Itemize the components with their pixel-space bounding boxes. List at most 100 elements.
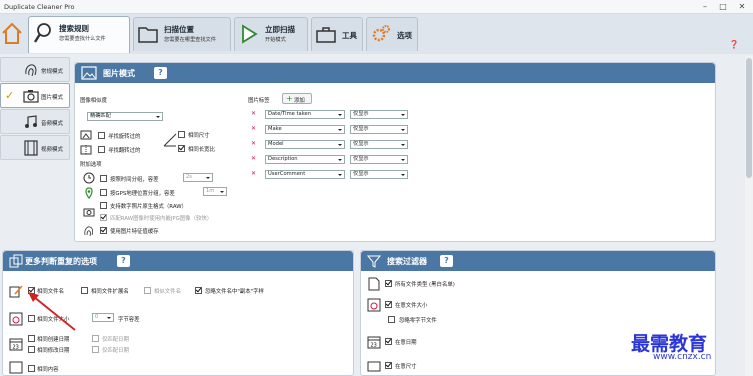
gps-group-checkbox[interactable] <box>100 189 107 196</box>
scrollbar[interactable] <box>745 56 753 376</box>
watermark-url: www.cnzx.cn <box>653 352 712 362</box>
same-created-checkbox[interactable] <box>28 335 35 342</box>
tab-subtitle: 您需要查找什么文件 <box>59 36 106 42</box>
tab-scan-now[interactable]: 立即扫描 开始模式 <box>234 17 308 51</box>
cache-label: 使用图片特征值缓存 <box>110 229 159 235</box>
help-button[interactable]: ? <box>440 255 453 267</box>
red-arrow-annotation <box>28 292 76 331</box>
same-ratio-checkbox[interactable] <box>178 145 185 152</box>
ignore-copy-checkbox[interactable] <box>195 287 202 294</box>
modified-date-only-checkbox[interactable] <box>92 346 99 353</box>
all-types-checkbox[interactable] <box>385 280 392 287</box>
scrollbar-thumb[interactable] <box>746 58 752 178</box>
mode-audio[interactable]: 音频模式 <box>0 109 70 134</box>
bytes-tolerance-label: 字节容差 <box>118 317 140 323</box>
tag-mode-select[interactable]: 仅显示 <box>350 110 408 119</box>
date-filter-label: 在意日期 <box>395 340 417 346</box>
all-types-label: 所有文件类型 (黑白名单) <box>395 282 455 288</box>
plus-icon: + <box>286 94 293 103</box>
same-content-label: 相同内容 <box>37 367 59 373</box>
tag-select[interactable]: Model <box>265 140 345 149</box>
panel-header: 搜索过滤器 ? <box>361 251 715 271</box>
panel-title: 图片模式 <box>103 69 135 78</box>
mode-image[interactable]: ✓ 图片模式 <box>0 83 70 108</box>
home-icon[interactable] <box>0 17 24 47</box>
extra-options-label: 附加选项 <box>80 162 102 168</box>
same-content-checkbox[interactable] <box>28 365 35 372</box>
copy-files-icon <box>9 254 23 268</box>
help-icon[interactable]: ❓ <box>729 40 739 49</box>
minimize-icon[interactable]: – <box>699 2 711 12</box>
window-title: Duplicate Cleaner Pro <box>4 3 75 11</box>
same-size-label: 相同尺寸 <box>188 133 210 139</box>
tab-search-rules[interactable]: 搜索规则 您需要查找什么文件 <box>28 16 130 53</box>
similarity-select[interactable]: 精确匹配 <box>87 112 163 121</box>
maximize-icon[interactable]: □ <box>717 2 729 12</box>
tag-mode-select[interactable]: 仅显示 <box>350 170 408 179</box>
created-date-only-checkbox[interactable] <box>92 335 99 342</box>
similar-name-checkbox[interactable] <box>144 287 151 294</box>
mode-regular[interactable]: 常规模式 <box>0 57 70 82</box>
add-tag-button[interactable]: + 添加 <box>282 93 312 104</box>
file-size-checkbox[interactable] <box>385 301 392 308</box>
raw-jpg-checkbox[interactable] <box>100 214 107 221</box>
tab-title: 工具 <box>342 31 357 40</box>
panel-header: 图片模式 ? <box>75 63 715 83</box>
help-button[interactable]: ? <box>154 67 167 79</box>
tab-title: 扫描位置 <box>164 25 194 34</box>
remove-tag-icon[interactable]: ✕ <box>251 170 256 177</box>
size-tolerance-input[interactable]: 0 <box>92 313 114 322</box>
raw-support-checkbox[interactable] <box>100 202 107 209</box>
tab-title: 选项 <box>397 31 412 40</box>
tab-subtitle: 开始模式 <box>265 37 286 43</box>
rotated-checkbox[interactable] <box>98 132 105 139</box>
tag-mode-select[interactable]: 仅显示 <box>350 140 408 149</box>
time-tolerance-input[interactable]: 2s <box>183 173 213 182</box>
remove-tag-icon[interactable]: ✕ <box>251 155 256 162</box>
remove-tag-icon[interactable]: ✕ <box>251 110 256 117</box>
edit-file-icon <box>9 285 23 298</box>
same-modified-checkbox[interactable] <box>28 346 35 353</box>
gears-icon <box>372 25 390 42</box>
ratio-icon <box>163 133 177 147</box>
tag-mode-select[interactable]: 仅显示 <box>350 155 408 164</box>
tab-tools[interactable]: 工具 <box>311 17 363 51</box>
add-tag-label: 添加 <box>294 98 305 104</box>
file-size-icon <box>9 312 23 326</box>
remove-tag-icon[interactable]: ✕ <box>251 140 256 147</box>
more-options-panel: 更多判断重复的选项 ? 相同文件名 相同文件扩展名 相似文件名 忽略文件名中"副… <box>2 250 354 376</box>
rotate-image-icon <box>80 130 92 140</box>
dims-filter-checkbox[interactable] <box>385 362 392 369</box>
time-group-checkbox[interactable] <box>100 175 107 182</box>
tab-scan-location[interactable]: 扫描位置 您需要在哪里查找文件 <box>133 17 231 51</box>
close-icon[interactable]: ✕ <box>736 2 748 12</box>
tag-select[interactable]: Description <box>265 155 345 164</box>
tag-select[interactable]: Make <box>265 125 345 134</box>
date-filter-checkbox[interactable] <box>385 338 392 345</box>
svg-text:23: 23 <box>13 345 19 351</box>
ignore-zero-checkbox[interactable] <box>388 316 395 323</box>
help-button[interactable]: ? <box>117 255 130 267</box>
panel-title: 更多判断重复的选项 <box>25 257 97 266</box>
tab-title: 搜索规则 <box>59 24 89 33</box>
same-size-checkbox[interactable] <box>178 131 185 138</box>
tag-select[interactable]: Date/Time taken <box>265 110 345 119</box>
tag-select[interactable]: UserComment <box>265 170 345 179</box>
image-mode-panel: 图片模式 ? 图像相似度 精确匹配 寻找旋转过的 寻找翻转过的 相同尺寸 相同长… <box>74 62 716 242</box>
title-bar: Duplicate Cleaner Pro – □ ✕ <box>0 0 753 14</box>
tab-options[interactable]: 选项 <box>366 17 418 51</box>
cache-checkbox[interactable] <box>100 227 107 234</box>
dims-filter-label: 在意尺寸 <box>395 364 417 370</box>
mode-video[interactable]: 视频模式 <box>0 135 70 160</box>
content-icon <box>9 361 23 374</box>
file-type-icon <box>368 277 380 291</box>
ignore-copy-label: 忽略文件名中"副本"字样 <box>205 289 264 295</box>
tag-mode-select[interactable]: 仅显示 <box>350 125 408 134</box>
flip-image-icon <box>80 145 92 155</box>
fingerprint-small-icon <box>84 226 93 237</box>
gps-tolerance-input[interactable]: 1m <box>203 187 227 196</box>
tab-title: 立即扫描 <box>265 25 295 34</box>
flipped-checkbox[interactable] <box>98 146 105 153</box>
mode-label: 常规模式 <box>41 69 64 75</box>
remove-tag-icon[interactable]: ✕ <box>251 125 256 132</box>
